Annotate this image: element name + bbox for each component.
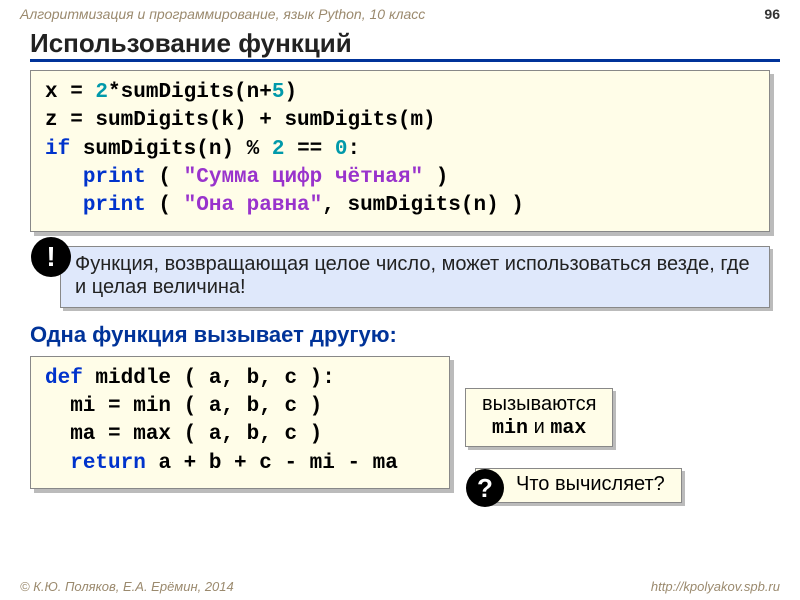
- code-block-1: x = 2*sumDigits(n+5) z = sumDigits(k) + …: [30, 70, 770, 232]
- code-line: def middle ( a, b, c ):: [45, 365, 435, 393]
- slide-footer: © К.Ю. Поляков, Е.А. Ерёмин, 2014 http:/…: [20, 579, 780, 594]
- slide-title: Использование функций: [30, 28, 780, 62]
- course-label: Алгоритмизация и программирование, язык …: [20, 6, 425, 22]
- code-line: if sumDigits(n) % 2 == 0:: [45, 136, 755, 164]
- copyright: © К.Ю. Поляков, Е.А. Ерёмин, 2014: [20, 579, 234, 594]
- code-line: z = sumDigits(k) + sumDigits(m): [45, 107, 755, 135]
- page-number: 96: [764, 6, 780, 22]
- callout-text: Функция, возвращающая целое число, может…: [75, 253, 750, 298]
- inset-line2: min и max: [482, 416, 596, 440]
- question-icon: ?: [466, 469, 504, 507]
- code-line: x = 2*sumDigits(n+5): [45, 79, 755, 107]
- question-box: ? Что вычисляет?: [475, 468, 682, 503]
- code-line: ma = max ( a, b, c ): [45, 421, 435, 449]
- callout-box: ! Функция, возвращающая целое число, мож…: [60, 246, 770, 308]
- exclamation-icon: !: [31, 237, 71, 277]
- code-line: print ( "Сумма цифр чётная" ): [45, 164, 755, 192]
- inset-note: вызываются min и max: [465, 388, 613, 447]
- code-line: mi = min ( a, b, c ): [45, 393, 435, 421]
- inset-line1: вызываются: [482, 393, 596, 416]
- subheading: Одна функция вызывает другую:: [30, 322, 770, 348]
- footer-url: http://kpolyakov.spb.ru: [651, 579, 780, 594]
- code-block-2: def middle ( a, b, c ): mi = min ( a, b,…: [30, 356, 450, 489]
- code-line: print ( "Она равна", sumDigits(n) ): [45, 192, 755, 220]
- slide-header: Алгоритмизация и программирование, язык …: [0, 0, 800, 24]
- question-text: Что вычисляет?: [516, 473, 665, 495]
- code-line: return a + b + c - mi - ma: [45, 450, 435, 478]
